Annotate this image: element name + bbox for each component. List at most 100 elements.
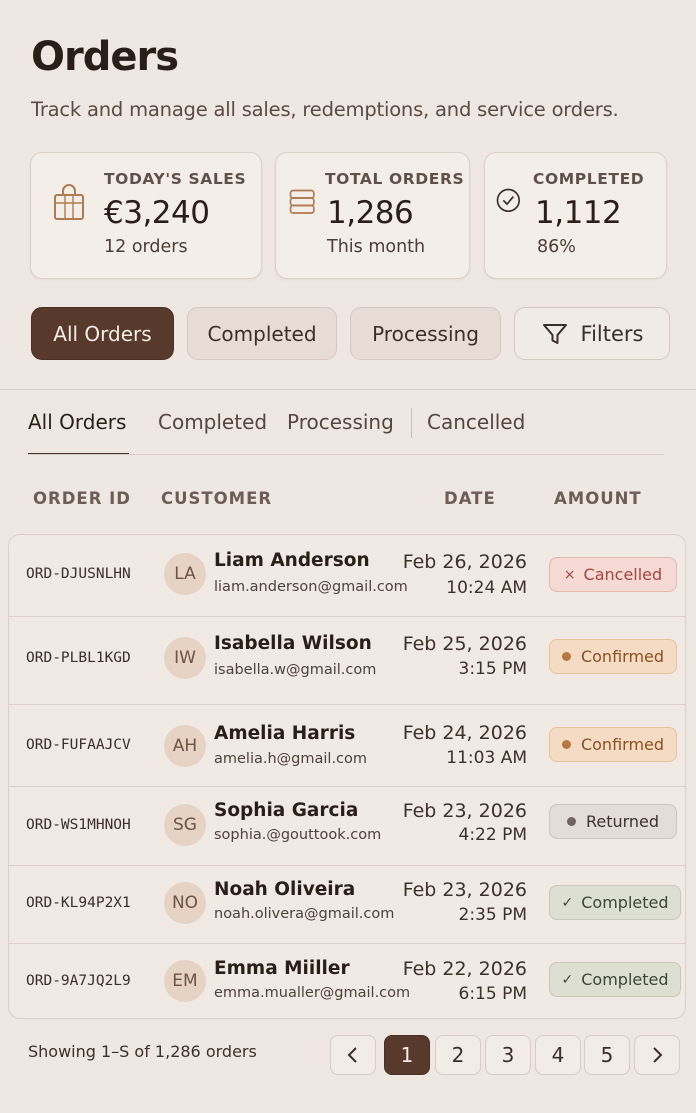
stat-value: 1,112 [535,195,622,231]
order-id: ORD-WS1MHNOH [26,817,131,833]
pagination-page-2[interactable]: 2 [435,1035,481,1075]
status-dot-icon [561,652,571,661]
tabs-divider [28,454,664,455]
stat-value: 1,286 [327,195,414,231]
status-badge: Confirmed [549,727,677,762]
pagination-prev-button[interactable] [330,1035,376,1075]
status-dot-icon [566,817,576,826]
order-time: 10:24 AM [446,578,527,598]
column-header-customer[interactable]: CUSTOMER [161,489,272,508]
chip-label: Completed [207,321,317,346]
tab-completed[interactable]: Completed [158,410,267,434]
stat-value: €3,240 [104,195,210,231]
status-badge: Confirmed [549,639,677,674]
status-badge: Returned [549,804,677,839]
stat-label: TODAY'S SALES [104,170,247,188]
status-label: Returned [585,812,660,831]
tab-cancelled[interactable]: Cancelled [427,410,525,434]
check-icon: ✓ [561,894,574,911]
avatar: AH [164,725,206,767]
status-badge: ✓ Completed [549,962,681,997]
avatar: IW [164,637,206,679]
chevron-left-icon [347,1047,357,1063]
order-date: Feb 26, 2026 [402,551,527,573]
status-dot-icon [561,740,571,749]
customer-email: liam.anderson@gmail.com [214,579,408,595]
chip-all-orders[interactable]: All Orders [31,307,174,360]
stat-label: COMPLETED [533,170,645,188]
orders-page: Orders Track and manage all sales, redem… [0,0,696,1113]
status-label: Cancelled [583,565,663,584]
pagination-page-3[interactable]: 3 [485,1035,531,1075]
avatar: LA [164,553,206,595]
status-badge: ✓ Completed [549,885,681,920]
order-id: ORD-PLBL1KGD [26,650,131,666]
stat-sub: 86% [537,237,576,257]
tab-processing[interactable]: Processing [287,410,394,434]
customer-email: sophia.@gouttook.com [214,827,382,843]
column-header-order-id[interactable]: ORDER ID [33,489,131,508]
stat-sub: 12 orders [104,237,188,257]
tab-separator [411,408,412,438]
order-id: ORD-DJUSNLHN [26,566,131,582]
status-label: Confirmed [580,647,665,666]
page-title: Orders [31,34,179,80]
column-header-date[interactable]: DATE [444,489,496,508]
customer-email: isabella.w@gmail.com [214,662,377,678]
order-date: Feb 25, 2026 [402,633,527,655]
stat-label: TOTAL ORDERS [325,170,465,188]
shopping-bag-icon [54,184,84,220]
status-label: Confirmed [580,735,665,754]
customer-email: emma.mualler@gmail.com [214,985,411,1001]
table-row[interactable]: ORD-KL94P2X1 NO Noah Oliveira noah.olive… [9,865,685,943]
customer-name: Sophia Garcia [214,800,359,821]
chip-completed[interactable]: Completed [187,307,337,360]
stack-icon [289,189,315,214]
order-date: Feb 23, 2026 [402,879,527,901]
filters-label: Filters [580,321,644,346]
pagination-page-1[interactable]: 1 [384,1035,430,1075]
order-time: 4:22 PM [458,825,528,845]
pagination-page-4[interactable]: 4 [535,1035,581,1075]
avatar: NO [164,882,206,924]
table-row[interactable]: ORD-WS1MHNOH SG Sophia Garcia sophia.@go… [9,786,685,865]
order-id: ORD-9A7JQ2L9 [26,973,131,989]
order-id: ORD-FUFAAJCV [26,737,131,753]
table-row[interactable]: ORD-9A7JQ2L9 EM Emma Miiller emma.mualle… [9,943,685,1018]
order-time: 2:35 PM [458,905,528,925]
table-row[interactable]: ORD-DJUSNLHN LA Liam Anderson liam.ander… [9,535,685,616]
pagination-next-button[interactable] [634,1035,680,1075]
order-time: 11:03 AM [446,748,527,768]
chip-processing[interactable]: Processing [350,307,501,360]
customer-email: amelia.h@gmail.com [214,751,368,767]
order-date: Feb 23, 2026 [402,800,527,822]
check-icon: ✓ [561,971,574,988]
column-header-amount[interactable]: AMOUNT [554,489,642,508]
stat-card-completed: COMPLETED 1,112 86% [484,152,667,279]
pagination-page-5[interactable]: 5 [584,1035,630,1075]
status-label: Completed [581,970,669,989]
pagination-summary: Showing 1–S of 1,286 orders [28,1042,257,1061]
order-time: 3:15 PM [458,659,528,679]
customer-name: Emma Miiller [214,958,350,979]
status-label: Completed [581,893,669,912]
table-row[interactable]: ORD-FUFAAJCV AH Amelia Harris amelia.h@g… [9,704,685,786]
status-badge: × Cancelled [549,557,677,592]
check-circle-icon [496,188,520,212]
avatar: SG [164,804,206,846]
filters-button[interactable]: Filters [514,307,670,360]
tab-all-orders[interactable]: All Orders [28,410,126,434]
customer-name: Liam Anderson [214,550,370,571]
divider [0,389,696,390]
table-row[interactable]: ORD-PLBL1KGD IW Isabella Wilson isabella… [9,616,685,704]
close-icon: × [563,566,576,583]
customer-email: noah.olivera@gmail.com [214,906,395,922]
chip-label: All Orders [53,321,152,346]
order-id: ORD-KL94P2X1 [26,895,131,911]
customer-name: Amelia Harris [214,723,356,744]
chevron-right-icon [653,1047,663,1063]
stat-card-todays-sales: TODAY'S SALES €3,240 12 orders [30,152,262,279]
order-date: Feb 22, 2026 [402,958,527,980]
filter-icon [542,323,567,344]
avatar: EM [164,960,206,1002]
